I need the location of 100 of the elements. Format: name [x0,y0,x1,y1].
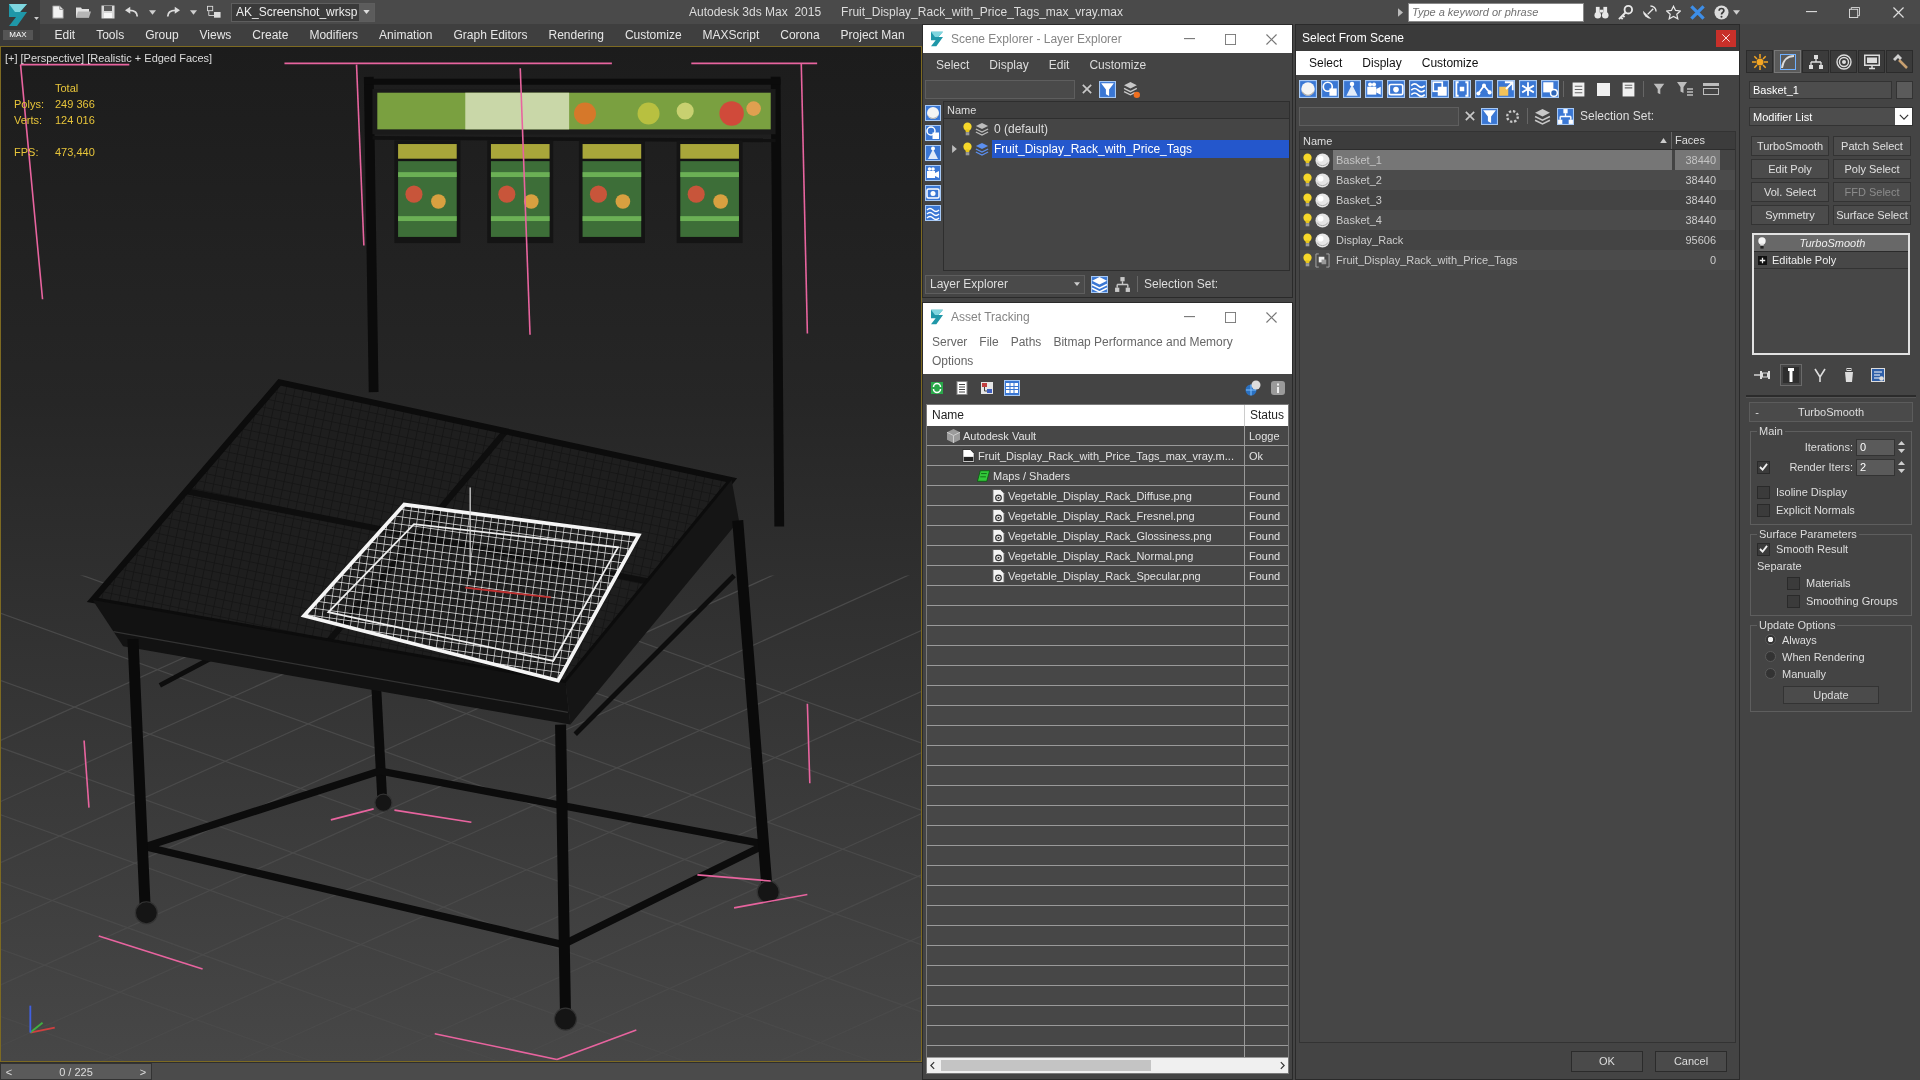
layers-add-icon[interactable] [1123,80,1140,98]
scroll-right-icon[interactable] [1280,1061,1285,1070]
asset-name[interactable]: Vegetable_Display_Rack_Fresnel.png [1008,509,1195,522]
modifier-button[interactable]: Symmetry [1751,205,1829,225]
search-field[interactable]: Type a keyword or phrase [1408,2,1584,22]
dotted-ring-icon[interactable] [1504,107,1521,125]
menu-item[interactable]: Graph Editors [442,24,538,46]
menu-item[interactable]: Customize [614,24,693,46]
menu-item[interactable]: Create [241,24,299,46]
lightbulb-icon[interactable] [1758,237,1766,249]
close-icon[interactable] [1266,311,1277,323]
application-menu-button[interactable]: MAX [0,0,40,46]
panel-tab[interactable] [1886,50,1913,73]
menu-item[interactable]: Views [189,24,242,46]
layers-icon[interactable] [1091,275,1108,293]
checkbox[interactable] [1787,594,1800,608]
menu-item[interactable]: Edit [44,24,86,46]
menu-item[interactable]: Tools [85,24,135,46]
rollout-header[interactable]: - TurboSmooth [1749,402,1913,422]
spinner-field[interactable]: 2 [1856,458,1895,476]
camera-icon[interactable] [1365,80,1383,98]
workspace-dropdown[interactable]: AK_Screenshot_wrksp [231,2,375,22]
minimize-icon[interactable] [1184,316,1195,318]
viewport-label-menu[interactable]: [Realistic + Edged Faces] [87,51,213,65]
scroll-left-icon[interactable] [930,1061,935,1070]
object-row[interactable]: Basket_2 38440 [1300,170,1735,190]
waves-icon[interactable] [925,205,941,221]
time-slider-thumb[interactable]: < 0 / 225 > [0,1063,152,1080]
sphere-icon[interactable] [925,105,941,121]
clear-icon[interactable] [1465,111,1475,121]
menu-item[interactable]: Rendering [538,24,615,46]
lightbulb-icon[interactable] [1303,193,1312,207]
menu-item[interactable]: Bitmap Performance and Memory [1047,333,1239,352]
waves-icon[interactable] [1409,80,1427,98]
dialog-button[interactable]: OK [1571,1050,1643,1072]
modifier-button[interactable]: Poly Select [1833,159,1911,179]
explorer-dropdown[interactable]: Layer Explorer [925,274,1085,294]
caret-icon[interactable] [190,9,197,15]
collapse-toggle[interactable]: - [1750,406,1764,418]
new-file-icon[interactable] [51,5,65,19]
caret-icon[interactable] [149,9,156,15]
modifier-button[interactable]: Patch Select [1833,136,1911,156]
document-icon[interactable] [1572,81,1585,97]
asset-name[interactable]: Maps / Shaders [993,469,1071,482]
menu-item[interactable]: Select [926,58,980,72]
panel-tab[interactable] [1858,50,1885,73]
spotlight-icon[interactable] [925,145,941,161]
menu-item[interactable]: Server [926,333,974,352]
lightbulb-icon[interactable] [963,122,972,136]
checkbox[interactable] [1757,460,1770,474]
caret-icon[interactable] [1733,9,1740,15]
menu-item[interactable]: Animation [368,24,443,46]
bones-icon[interactable] [1475,80,1493,98]
checkbox[interactable] [1787,576,1800,590]
scrollbar-thumb[interactable] [941,1060,1151,1071]
time-slider-track[interactable]: < 0 / 225 > [0,1062,922,1080]
close-icon[interactable] [1266,33,1277,45]
diagram-icon[interactable] [979,380,995,396]
horizontal-scrollbar[interactable] [927,1057,1288,1073]
square-circle-icon[interactable] [1541,80,1559,98]
satellite-dish-icon[interactable] [1642,4,1657,20]
object-row[interactable]: Fruit_Display_Rack_with_Price_Tags 0 [1300,250,1735,270]
table-icon[interactable] [1004,380,1020,396]
hierarchy-icon[interactable] [1114,275,1131,293]
object-row[interactable]: Basket_4 38440 [1300,210,1735,230]
menu-item[interactable]: Modifiers [298,24,369,46]
lightbulb-icon[interactable] [1303,213,1312,227]
modifier-list-dropdown[interactable]: Modifier List [1749,107,1913,126]
info-icon[interactable] [1270,380,1286,396]
search-field[interactable] [925,79,1075,99]
minimize-icon[interactable] [1184,38,1195,40]
modifier-button[interactable]: TurboSmooth [1751,136,1829,156]
asset-name[interactable]: Autodesk Vault [963,429,1037,442]
restore-icon[interactable] [1849,6,1861,18]
x-logo-icon[interactable] [1690,4,1705,20]
layer-name[interactable]: Fruit_Display_Rack_with_Price_Tags [992,140,1289,158]
asset-name[interactable]: Vegetable_Display_Rack_Normal.png [1008,549,1194,562]
save-icon[interactable] [101,5,115,19]
open-folder-icon[interactable] [75,5,91,19]
layer-name[interactable]: 0 (default) [992,120,1289,138]
radio-button[interactable] [1765,634,1776,645]
close-button[interactable] [1716,29,1736,47]
filter-list-icon[interactable] [1677,82,1693,96]
checkbox[interactable] [1757,542,1770,556]
bracket-icon[interactable] [1453,80,1471,98]
menu-item[interactable]: MAXScript [692,24,770,46]
hierarchy-icon[interactable] [1557,107,1574,125]
list-icon[interactable] [954,380,970,396]
pillar-icon[interactable] [1783,367,1799,383]
undo-icon[interactable] [125,5,139,19]
search-field[interactable] [1299,106,1459,126]
previous-frame-button[interactable]: < [3,1065,15,1078]
menu-item[interactable]: Project Man [830,24,916,46]
menu-item[interactable]: Corona [769,24,831,46]
viewport-label-menu[interactable]: [Perspective] [20,51,85,65]
box-dot-icon[interactable] [1387,80,1405,98]
column-header[interactable]: Name [927,405,1245,426]
next-frame-button[interactable]: > [137,1065,149,1078]
menu-item[interactable]: Customize [1411,56,1489,70]
binoculars-icon[interactable] [1594,4,1609,20]
